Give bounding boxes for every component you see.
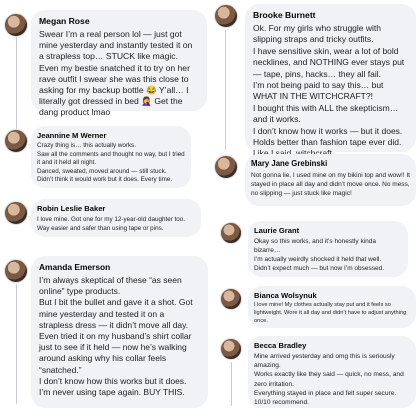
commenter-name[interactable]: Laurie Grant [254,226,402,235]
avatar[interactable] [220,288,242,310]
commenter-name[interactable]: Bianca Wolsynuk [254,291,410,300]
commenter-name[interactable]: Robin Leslie Baker [37,204,195,213]
comment-text: I’m always skeptical of these “as seen o… [39,275,193,398]
thread-line [231,362,232,406]
thread-line [16,284,17,404]
comment-bubble: Mary Jane Grebinski Not gonna lie, I use… [245,154,416,206]
comment-text: Okay so this works, and it’s honestly ki… [254,238,385,272]
commenter-name[interactable]: Amanda Emerson [39,262,200,272]
avatar[interactable] [220,222,242,244]
commenter-name[interactable]: Mary Jane Grebinski [251,159,410,168]
comment-bubble: Brooke Burnett Ok. For my girls who stru… [245,4,416,158]
avatar[interactable] [214,155,238,179]
avatar[interactable] [4,13,28,37]
comment-bubble: Bianca Wolsynuk I love mine! My clothes … [248,286,416,328]
avatar[interactable] [4,201,28,225]
thread-line [16,36,17,131]
comment-bubble: Megan Rose Swear I’m a real person lol —… [31,10,207,117]
comment-text: Crazy thing is… this actually works. Saw… [37,142,185,184]
comment-bubble: Becca Bradley Mine arrived yesterday and… [248,336,416,408]
comment-text: Ok. For my girls who struggle with slipp… [253,23,405,158]
avatar[interactable] [220,338,242,360]
commenter-name[interactable]: Jeannine M Werner [37,131,185,140]
commenter-name[interactable]: Becca Bradley [254,341,410,350]
thread-line [225,30,226,150]
comment-bubble: Jeannine M Werner Crazy thing is… this a… [31,126,191,188]
commenter-name[interactable]: Brooke Burnett [253,10,408,20]
comment-text: Not gonna lie, I used mine on my bikini … [251,172,410,197]
avatar[interactable] [214,4,238,28]
comment-text: I love mine. Got one for my 12-year-old … [37,216,186,232]
comment-bubble: Laurie Grant Okay so this works, and it’… [248,221,408,277]
commenter-name[interactable]: Megan Rose [39,16,199,26]
avatar[interactable] [4,129,28,153]
comment-text: Swear I’m a real person lol — just got m… [39,29,193,118]
comment-text: Mine arrived yesterday and omg this is s… [254,353,404,407]
comment-text: I love mine! My clothes actually stay pu… [254,302,407,324]
comment-bubble: Amanda Emerson I’m always skeptical of t… [31,256,208,408]
avatar[interactable] [4,259,28,283]
comment-bubble: Robin Leslie Baker I love mine. Got one … [31,199,201,237]
